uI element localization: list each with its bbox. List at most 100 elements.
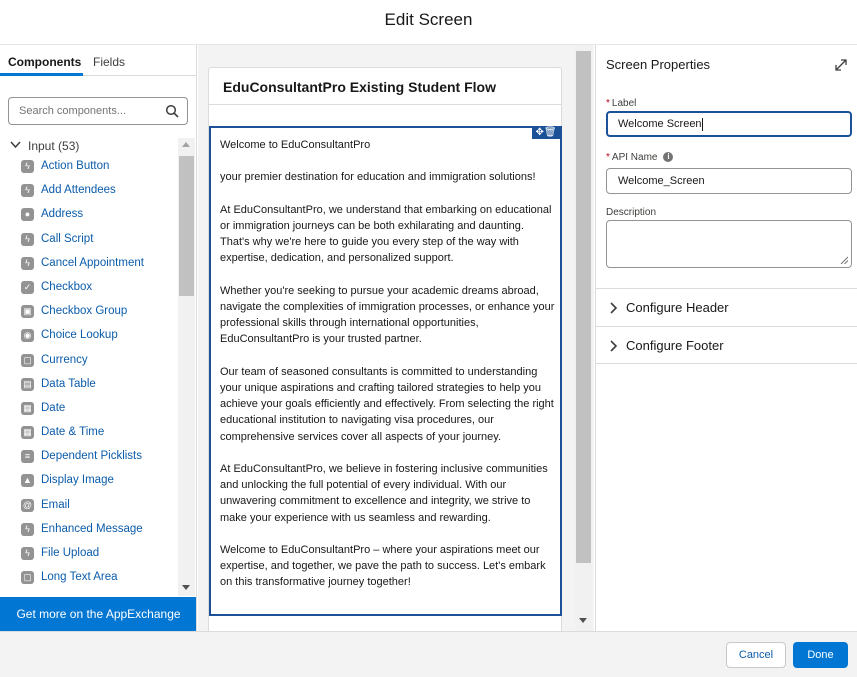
list-item[interactable]: @ Email: [0, 494, 176, 518]
list-item-label: Checkbox: [41, 280, 93, 293]
list-item-label: Checkbox Group: [41, 305, 128, 318]
list-item[interactable]: ϟ Action Button: [0, 155, 176, 179]
list-item[interactable]: ≡ Dependent Picklists: [0, 445, 176, 469]
list-item[interactable]: ▲ Display Image: [0, 469, 176, 493]
display-text-component[interactable]: ✥🗑 Welcome to EduConsultantPro your prem…: [209, 126, 562, 616]
search-placeholder: Search components...: [19, 105, 127, 117]
tab-components[interactable]: Components: [8, 55, 81, 69]
list-item-label: Date & Time: [41, 426, 105, 439]
text-paragraph: At EduConsultantPro, we understand that …: [220, 203, 552, 265]
cancel-button[interactable]: Cancel: [726, 642, 786, 668]
list-item[interactable]: ϟ Add Attendees: [0, 179, 176, 203]
list-item[interactable]: ϟ File Upload: [0, 542, 176, 566]
section-label: Configure Footer: [626, 338, 724, 353]
bolt-icon: ϟ: [21, 160, 34, 173]
modal-header: Edit Screen: [0, 0, 857, 45]
list-item[interactable]: ϟ Call Script: [0, 228, 176, 252]
table-icon: ▤: [21, 377, 34, 391]
list-item-label: Email: [41, 498, 70, 511]
divider: [209, 104, 561, 105]
expand-icon[interactable]: [835, 59, 847, 71]
required-asterisk: *: [606, 152, 610, 163]
list-item-label: File Upload: [41, 547, 100, 559]
list-item-label: Action Button: [41, 160, 110, 172]
list-item-label: Long Text Area: [41, 571, 118, 584]
list-item[interactable]: ✓ Checkbox: [0, 276, 176, 300]
scroll-down-arrow-icon[interactable]: [182, 585, 190, 590]
calendar-time-icon: ▦: [21, 426, 34, 440]
scroll-down-arrow-icon[interactable]: [579, 618, 587, 623]
required-asterisk: *: [606, 98, 610, 109]
text-paragraph: Welcome to EduConsultantPro – where your…: [220, 543, 546, 589]
done-button[interactable]: Done: [793, 642, 848, 668]
list-item-label: Date: [41, 401, 66, 414]
list-item[interactable]: ▦ Date: [0, 397, 176, 421]
text-paragraph: At EduConsultantPro, we believe in foste…: [220, 462, 548, 524]
list-item-label: Data Table: [41, 377, 96, 390]
list-item[interactable]: ● Address: [0, 203, 176, 227]
calendar-icon: ▦: [21, 401, 34, 415]
component-list: Input (53) ϟ Action Button ϟ Add Attendees…: [0, 135, 176, 595]
text-paragraph: your premier destination for education a…: [220, 171, 536, 184]
list-item-label: Dependent Picklists: [41, 450, 142, 463]
chevron-right-icon: [610, 302, 618, 314]
screen-canvas: EduConsultantPro Existing Student Flow ✥…: [198, 45, 594, 631]
label-field-label: * Label: [606, 98, 637, 109]
configure-header-section[interactable]: Configure Header: [596, 288, 857, 326]
group-label: Input (53): [28, 139, 80, 153]
screen-card: EduConsultantPro Existing Student Flow ✥…: [208, 67, 562, 631]
appexchange-link[interactable]: Get more on the AppExchange: [0, 597, 196, 631]
list-item[interactable]: ϟ Cancel Appointment: [0, 252, 176, 276]
modal-footer: Cancel Done: [0, 631, 857, 677]
list-item-label: Address: [41, 208, 84, 221]
bolt-icon: ϟ: [21, 547, 34, 560]
list-item[interactable]: ▦ Date & Time: [0, 421, 176, 445]
email-icon: @: [21, 498, 34, 512]
search-input[interactable]: Search components...: [8, 97, 188, 125]
bolt-icon: ϟ: [21, 184, 34, 198]
scrollbar-thumb[interactable]: [576, 51, 591, 563]
list-item[interactable]: ϟ Enhanced Message: [0, 518, 176, 542]
components-panel: Components Fields Search components... I…: [0, 45, 197, 631]
scroll-up-arrow-icon[interactable]: [182, 142, 190, 147]
scrollbar-thumb[interactable]: [179, 156, 194, 296]
checkbox-group-icon: ▣: [21, 305, 34, 319]
tab-fields[interactable]: Fields: [93, 55, 125, 69]
long-text-icon: ▢: [21, 571, 34, 585]
chevron-down-icon: [10, 141, 21, 149]
info-icon[interactable]: i: [663, 152, 674, 163]
bolt-icon: ϟ: [21, 256, 34, 270]
component-list-scrollbar[interactable]: [178, 138, 195, 596]
list-item[interactable]: ◉ Choice Lookup: [0, 324, 176, 348]
list-item[interactable]: ▢ Currency: [0, 349, 176, 373]
list-item-label: Currency: [41, 353, 88, 366]
active-tab-indicator: [0, 73, 83, 76]
list-item[interactable]: ▤ Data Table: [0, 373, 176, 397]
canvas-scrollbar[interactable]: [575, 45, 592, 631]
description-field-label: Description: [606, 207, 657, 218]
list-item-label: Choice Lookup: [41, 329, 118, 342]
currency-icon: ▢: [21, 353, 34, 367]
text-cursor: [701, 117, 703, 131]
label-field[interactable]: Welcome Screen: [606, 111, 852, 137]
picklist-icon: ≡: [21, 450, 34, 464]
section-label: Configure Header: [626, 300, 729, 315]
resize-grip-icon[interactable]: [840, 256, 848, 264]
list-item-label: Cancel Appointment: [41, 256, 144, 269]
text-paragraph: Welcome to EduConsultantPro: [220, 139, 371, 151]
api-name-field[interactable]: Welcome_Screen: [606, 168, 852, 194]
checkbox-icon: ✓: [21, 280, 34, 294]
modal-title: Edit Screen: [384, 10, 473, 29]
welcome-text: Welcome to EduConsultantPro your premier…: [220, 137, 556, 607]
list-item[interactable]: ▢ Long Text Area: [0, 566, 176, 590]
list-item-label: Call Script: [41, 232, 94, 245]
list-item[interactable]: ▣ Checkbox Group: [0, 300, 176, 324]
group-input[interactable]: Input (53): [0, 135, 176, 155]
search-icon: [165, 104, 179, 118]
bolt-icon: ϟ: [21, 232, 34, 246]
configure-footer-section[interactable]: Configure Footer: [596, 326, 857, 364]
properties-title: Screen Properties: [606, 57, 711, 72]
text-paragraph: Whether you're seeking to pursue your ac…: [220, 284, 555, 346]
description-field[interactable]: [606, 220, 852, 268]
image-icon: ▲: [21, 474, 34, 488]
